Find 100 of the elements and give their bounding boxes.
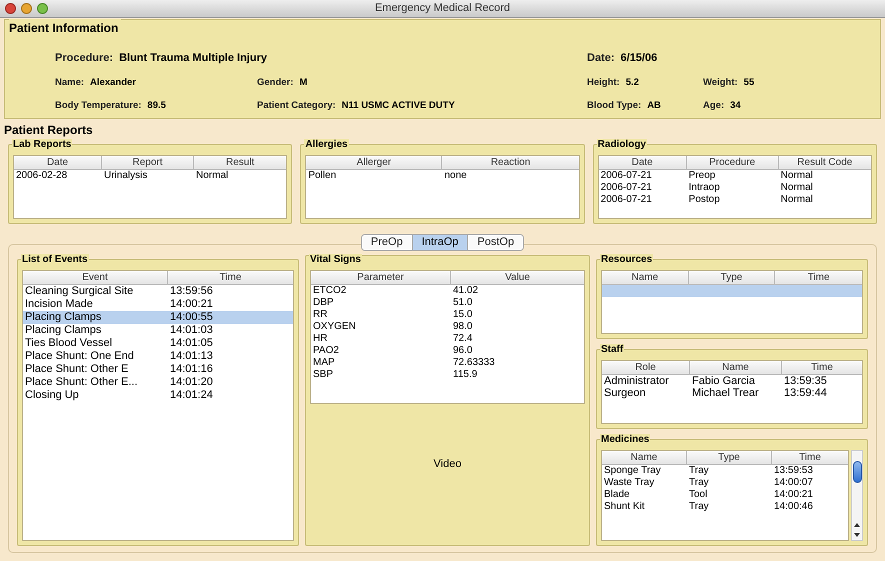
scroll-thumb[interactable]	[852, 461, 862, 483]
field-label: Weight:	[703, 76, 738, 90]
field-value: 55	[744, 76, 754, 90]
tab[interactable]: IntraOp	[412, 235, 468, 250]
column-header[interactable]: Procedure	[686, 156, 779, 169]
column-header[interactable]: Name	[602, 451, 687, 464]
column-header[interactable]: Reaction	[442, 156, 579, 169]
table-cell-text: Tool	[688, 489, 708, 501]
table-row[interactable]: Placing Clamps 14:00:55	[23, 311, 293, 324]
table-cell-text: Ties Blood Vessel	[24, 337, 114, 350]
table-cell-text: OXYGEN	[312, 321, 357, 333]
column-header[interactable]: Date	[14, 156, 102, 169]
field-value: AB	[647, 98, 661, 113]
column-header[interactable]: Value	[451, 271, 584, 284]
column-header[interactable]: Parameter	[311, 271, 451, 284]
table-cell-text: Placing Clamps	[24, 311, 102, 324]
table-cell-text: Placing Clamps	[24, 324, 102, 337]
table-cell-text: 14:01:05	[169, 337, 214, 350]
field-value: 89.5	[147, 98, 166, 113]
table-cell-text: Tray	[688, 465, 710, 477]
video-label: Video	[434, 457, 462, 472]
column-header[interactable]: Time	[772, 451, 848, 464]
column-header[interactable]: Role	[602, 361, 690, 374]
field-label: Gender:	[257, 76, 294, 90]
column-header[interactable]: Name	[690, 361, 782, 374]
table-cell-text: HR	[312, 333, 328, 345]
table-cell-text: Place Shunt: Other E...	[24, 376, 139, 389]
table-cell-text: 13:59:44	[783, 387, 828, 399]
close-button[interactable]	[5, 3, 16, 14]
scroll-down-arrow-icon[interactable]	[854, 533, 860, 537]
column-header[interactable]: Result Code	[778, 156, 871, 169]
table-cell-text: Michael Trear	[691, 387, 760, 399]
column-header[interactable]: Allerger	[306, 156, 442, 169]
table-cell-text: Preop	[688, 170, 716, 182]
table-cell-text: 14:01:16	[169, 363, 214, 376]
table-cell-text: 14:01:24	[169, 389, 214, 402]
table-cell-text: Blade	[603, 489, 631, 501]
table-cell-text: SBP	[312, 369, 334, 381]
group-title: Vital Signs	[309, 254, 362, 266]
tab[interactable]: PreOp	[362, 235, 412, 250]
field-label: Procedure:	[55, 51, 114, 66]
column-header[interactable]: Report	[102, 156, 194, 169]
column-header[interactable]: Time	[775, 271, 862, 284]
field-value: M	[299, 76, 308, 90]
table-cell-text: Place Shunt: Other E	[24, 363, 130, 376]
scroll-up-arrow-icon[interactable]	[854, 523, 860, 527]
table-cell-text: Closing Up	[24, 389, 80, 402]
table-cell-text: Waste Tray	[603, 477, 656, 489]
table-cell-text: 14:00:21	[169, 298, 214, 311]
table-cell-text: 51.0	[452, 297, 474, 309]
table-cell-text: Shunt Kit	[603, 501, 646, 513]
field-label: Age:	[703, 98, 724, 113]
field-value: Alexander	[90, 76, 136, 90]
column-header[interactable]: Time	[168, 271, 293, 284]
table-cell-text: Incision Made	[24, 298, 94, 311]
table-cell-text: 14:00:21	[773, 489, 814, 501]
table-cell-text: 41.02	[452, 285, 480, 297]
column-header[interactable]: Time	[782, 361, 862, 374]
table-cell-text: Sponge Tray	[603, 465, 662, 477]
group-title: Radiology	[596, 139, 647, 151]
table-cell-text: 72.63333	[452, 357, 496, 369]
table-cell-text: 13:59:56	[169, 285, 214, 298]
column-header[interactable]: Type	[687, 451, 772, 464]
table-cell-text: Normal	[780, 170, 814, 182]
table-cell-text: DBP	[312, 297, 335, 309]
table-cell-text: Surgeon	[603, 387, 647, 399]
table-cell-text: Cleaning Surgical Site	[24, 285, 134, 298]
table-cell-text: 14:00:55	[169, 311, 214, 324]
table-cell-text: 96.0	[452, 345, 474, 357]
tab[interactable]: PostOp	[467, 235, 524, 250]
field-label: Patient Category:	[257, 98, 336, 113]
minimize-button[interactable]	[21, 3, 32, 14]
field-value: 34	[730, 98, 741, 113]
table-cell-text: 2006-07-21	[600, 182, 653, 194]
field-value: N11 USMC ACTIVE DUTY	[342, 98, 455, 113]
table-cell-text: Tray	[688, 477, 710, 489]
column-header[interactable]: Type	[688, 271, 776, 284]
field-label: Date:	[587, 51, 615, 66]
window-title: Emergency Medical Record	[374, 1, 510, 16]
field-label: Height:	[587, 76, 620, 90]
column-header[interactable]: Event	[23, 271, 168, 284]
table-cell-text: 72.4	[452, 333, 474, 345]
column-header[interactable]: Name	[602, 271, 689, 284]
column-header[interactable]: Result	[194, 156, 286, 169]
field-label: Name:	[55, 76, 84, 90]
table-cell-text: 98.0	[452, 321, 474, 333]
table-cell-text: 14:01:03	[169, 324, 214, 337]
table-cell-text: 115.9	[452, 369, 478, 381]
column-header[interactable]: Date	[598, 156, 687, 169]
group-title: Lab Reports	[12, 139, 72, 151]
table-cell-text: ETCO2	[312, 285, 348, 297]
table-cell-text: 13:59:35	[783, 375, 828, 387]
table-cell-text: Postop	[688, 194, 721, 206]
table-cell-text: 14:00:46	[773, 501, 814, 513]
table-cell-text: 14:01:13	[169, 350, 214, 363]
field-value: Blunt Trauma Multiple Injury	[119, 51, 267, 66]
table-cell-text: 2006-07-21	[600, 194, 653, 206]
zoom-button[interactable]	[37, 3, 48, 14]
table-cell-text: Pollen	[307, 170, 338, 182]
table-cell-text: Urinalysis	[103, 170, 148, 182]
